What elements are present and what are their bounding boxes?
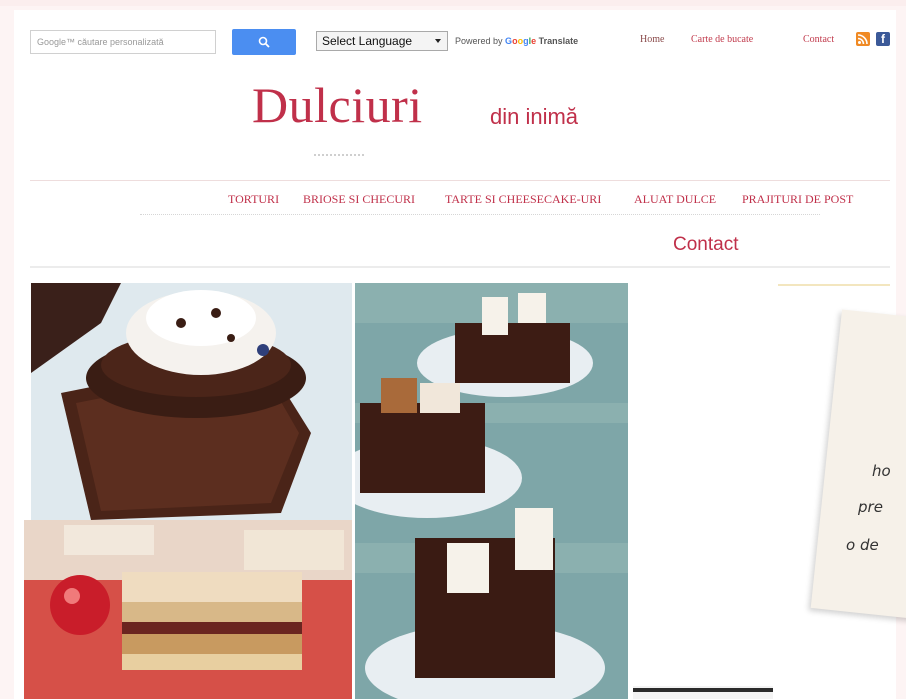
note-text-line: ho	[872, 462, 891, 480]
search-input[interactable]: Google™ căutare personalizată	[30, 30, 216, 54]
layered-cake-photo[interactable]	[24, 520, 352, 699]
note-text-line: o de	[846, 536, 879, 554]
rss-icon[interactable]	[856, 32, 870, 46]
search-icon	[258, 36, 270, 48]
site-title[interactable]: Dulciuri	[252, 76, 423, 134]
header-divider	[30, 180, 890, 181]
powered-by-text: Powered by	[455, 36, 503, 46]
sidebar-accent-line	[778, 284, 890, 286]
nav-item-tarte-si-cheesecake[interactable]: TARTE SI CHEESECAKE-URI	[445, 192, 601, 207]
brownie-cake-photo[interactable]	[31, 283, 352, 520]
divider-dots	[314, 154, 364, 159]
toplink-home[interactable]: Home	[640, 34, 664, 45]
note-text-line: pre	[858, 498, 883, 516]
powered-by-google-translate[interactable]: Powered by Google Translate	[455, 36, 578, 46]
nav-item-prajituri-de-post[interactable]: PRAJITURI DE POST	[742, 192, 853, 207]
toplink-carte-de-bucate[interactable]: Carte de bucate	[691, 34, 753, 45]
translate-text: Translate	[538, 36, 579, 46]
language-select-label: Select Language	[322, 34, 413, 48]
language-select[interactable]: Select Language	[316, 31, 448, 51]
nav-item-briose-si-checuri[interactable]: BRIOSE SI CHECURI	[303, 192, 415, 207]
chevron-down-icon	[435, 39, 441, 43]
toplink-contact[interactable]: Contact	[803, 34, 834, 45]
google-logo: Google	[505, 36, 537, 46]
site-tagline: din inimă	[490, 104, 579, 129]
partial-photo[interactable]	[633, 686, 773, 699]
search-button[interactable]	[232, 29, 296, 55]
nav-item-aluat-dulce[interactable]: ALUAT DULCE	[634, 192, 716, 207]
nav-divider	[30, 266, 890, 268]
nav-item-torturi[interactable]: TORTURI	[228, 192, 279, 207]
nav-item-contact[interactable]: Contact	[673, 234, 738, 256]
brownies-marshmallow-photo[interactable]	[355, 283, 628, 699]
nav-sub-divider	[140, 214, 820, 217]
facebook-icon[interactable]: f	[876, 32, 890, 46]
